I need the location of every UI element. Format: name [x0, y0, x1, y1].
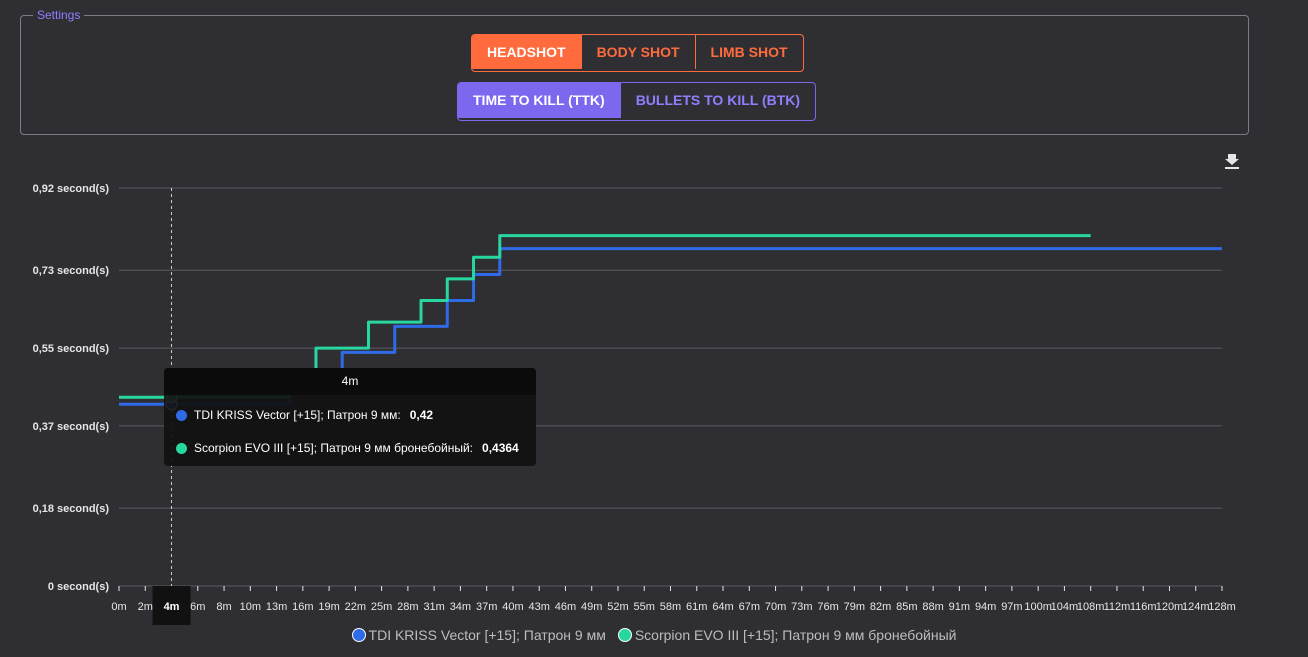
y-tick-label: 0,73 second(s)	[33, 265, 110, 277]
x-tick-label: 22m	[345, 601, 366, 613]
x-tick-label: 91m	[949, 601, 970, 613]
x-tick-label: 46m	[555, 601, 576, 613]
y-tick-label: 0,55 second(s)	[33, 343, 110, 355]
x-tick-label: 88m	[922, 601, 943, 613]
x-tick-label: 97m	[1001, 601, 1022, 613]
x-tick-label: 100m	[1024, 601, 1052, 613]
series1-dot-icon	[176, 409, 187, 421]
x-tick-label: 104m	[1051, 601, 1079, 613]
x-tick-label: 16m	[292, 601, 313, 613]
tooltip-row: Scorpion EVO III [+15]; Патрон 9 мм брон…	[176, 441, 519, 455]
x-tick-label: 31m	[423, 601, 444, 613]
x-tick-label: 34m	[450, 601, 471, 613]
x-tick-label: 73m	[791, 601, 812, 613]
x-tick-label: 85m	[896, 601, 917, 613]
tooltip-row: TDI KRISS Vector [+15]; Патрон 9 мм: 0,4…	[176, 408, 433, 422]
x-tick-label: 124m	[1182, 601, 1210, 613]
x-tick-label: 128m	[1208, 601, 1236, 613]
y-tick-label: 0 second(s)	[48, 581, 109, 593]
legend-label: Scorpion EVO III [+15]; Патрон 9 мм брон…	[634, 627, 957, 643]
x-tick-label: 19m	[318, 601, 339, 613]
y-tick-label: 0,18 second(s)	[33, 503, 110, 515]
x-tick-label: 37m	[476, 601, 497, 613]
x-tick-label: 55m	[634, 601, 655, 613]
tooltip-title: 4m	[164, 368, 536, 395]
x-tick-label: 52m	[607, 601, 628, 613]
legend-item-kriss[interactable]: TDI KRISS Vector [+15]; Патрон 9 мм	[351, 627, 606, 643]
x-tick-label: 94m	[975, 601, 996, 613]
x-tick-label: 6m	[190, 601, 205, 613]
tooltip: 4m TDI KRISS Vector [+15]; Патрон 9 мм: …	[164, 368, 536, 466]
x-tick-label: 112m	[1104, 601, 1131, 613]
tooltip-label: TDI KRISS Vector [+15]; Патрон 9 мм:	[194, 408, 401, 422]
legend-item-scorpion[interactable]: Scorpion EVO III [+15]; Патрон 9 мм брон…	[617, 627, 957, 643]
legend-label: TDI KRISS Vector [+15]; Патрон 9 мм	[368, 627, 606, 643]
x-tick-label: 116m	[1130, 601, 1157, 613]
crosshair-label: 4m	[164, 601, 180, 613]
x-tick-label: 108m	[1077, 601, 1105, 613]
x-tick-label: 79m	[844, 601, 865, 613]
x-tick-label: 8m	[216, 601, 231, 613]
legend-dot-icon	[351, 628, 366, 642]
series2-dot-icon	[176, 442, 187, 454]
tooltip-label: Scorpion EVO III [+15]; Патрон 9 мм брон…	[194, 441, 474, 455]
x-tick-label: 43m	[528, 601, 549, 613]
chart-legend: TDI KRISS Vector [+15]; Патрон 9 мм Scor…	[0, 627, 1308, 643]
legend-dot-icon	[617, 628, 632, 642]
x-tick-label: 40m	[502, 601, 523, 613]
x-tick-label: 49m	[581, 601, 602, 613]
x-tick-label: 82m	[870, 601, 891, 613]
x-tick-label: 13m	[266, 601, 287, 613]
x-tick-label: 67m	[739, 601, 760, 613]
x-tick-label: 25m	[371, 601, 392, 613]
x-tick-label: 58m	[660, 601, 681, 613]
x-tick-label: 28m	[397, 601, 418, 613]
y-tick-label: 0,37 second(s)	[33, 421, 110, 433]
x-tick-label: 70m	[765, 601, 786, 613]
x-tick-label: 64m	[712, 601, 733, 613]
y-tick-label: 0,92 second(s)	[33, 183, 110, 195]
tooltip-value: 0,42	[409, 408, 434, 422]
x-tick-label: 0m	[111, 601, 126, 613]
x-tick-label: 76m	[817, 601, 838, 613]
chart: 0 second(s) 0,18 second(s) 0,37 second(s) 0…	[33, 183, 1236, 625]
x-tick-label: 10m	[240, 601, 261, 613]
x-tick-label: 120m	[1156, 601, 1184, 613]
x-tick-label: 61m	[686, 601, 707, 613]
tooltip-value: 0,4364	[482, 441, 519, 455]
x-tick-label: 2m	[138, 601, 153, 613]
